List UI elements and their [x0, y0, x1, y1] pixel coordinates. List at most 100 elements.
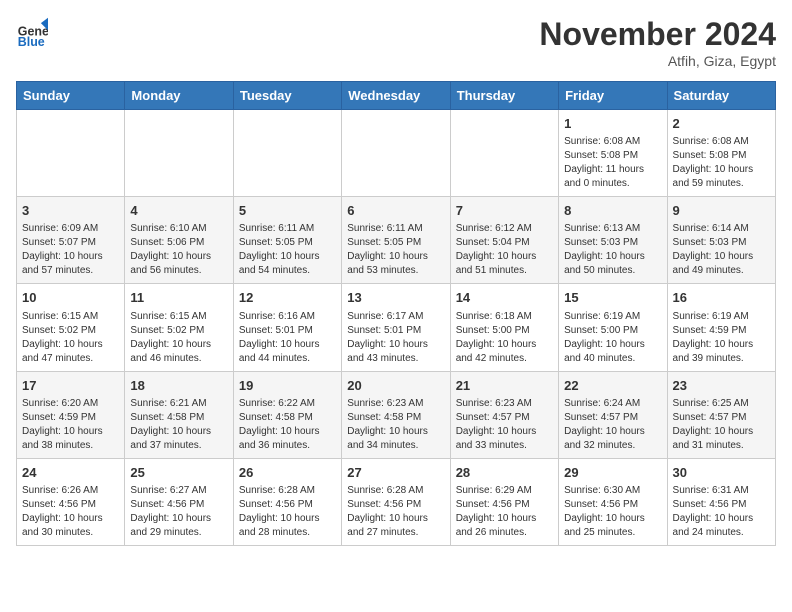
day-info: Sunrise: 6:28 AM Sunset: 4:56 PM Dayligh…	[239, 484, 336, 540]
day-number: 21	[456, 377, 553, 395]
day-number: 23	[673, 377, 770, 395]
calendar-cell: 21 Sunrise: 6:23 AM Sunset: 4:57 PM Dayli…	[450, 371, 558, 458]
calendar-cell: 17 Sunrise: 6:20 AM Sunset: 4:59 PM Dayli…	[17, 371, 125, 458]
day-number: 2	[673, 115, 770, 133]
day-info: Sunrise: 6:08 AM Sunset: 5:08 PM Dayligh…	[564, 135, 661, 191]
day-number: 25	[130, 464, 227, 482]
day-info: Sunrise: 6:19 AM Sunset: 4:59 PM Dayligh…	[673, 310, 770, 366]
calendar-cell: 22 Sunrise: 6:24 AM Sunset: 4:57 PM Dayli…	[559, 371, 667, 458]
day-info: Sunrise: 6:20 AM Sunset: 4:59 PM Dayligh…	[22, 397, 119, 453]
calendar-cell: 15Sunrise: 6:19 AM Sunset: 5:00 PM Dayli…	[559, 284, 667, 371]
day-number: 13	[347, 289, 444, 307]
logo-icon: General Blue	[16, 16, 48, 48]
month-title: November 2024	[539, 16, 776, 53]
calendar-week-row: 17 Sunrise: 6:20 AM Sunset: 4:59 PM Dayli…	[17, 371, 776, 458]
day-number: 10	[22, 289, 119, 307]
day-number: 3	[22, 202, 119, 220]
day-info: Sunrise: 6:22 AM Sunset: 4:58 PM Dayligh…	[239, 397, 336, 453]
logo: General Blue	[16, 16, 48, 48]
day-info: Sunrise: 6:19 AM Sunset: 5:00 PM Dayligh…	[564, 310, 661, 366]
day-number: 22	[564, 377, 661, 395]
calendar-week-row: 24 Sunrise: 6:26 AM Sunset: 4:56 PM Dayli…	[17, 458, 776, 545]
calendar-cell	[233, 110, 341, 197]
calendar-cell: 11 Sunrise: 6:15 AM Sunset: 5:02 PM Dayli…	[125, 284, 233, 371]
calendar-cell	[125, 110, 233, 197]
day-info: Sunrise: 6:25 AM Sunset: 4:57 PM Dayligh…	[673, 397, 770, 453]
calendar-cell: 23 Sunrise: 6:25 AM Sunset: 4:57 PM Dayli…	[667, 371, 775, 458]
weekday-header: Saturday	[667, 82, 775, 110]
day-number: 9	[673, 202, 770, 220]
day-number: 28	[456, 464, 553, 482]
day-number: 4	[130, 202, 227, 220]
calendar-cell: 9 Sunrise: 6:14 AM Sunset: 5:03 PM Daylig…	[667, 197, 775, 284]
calendar-cell: 10 Sunrise: 6:15 AM Sunset: 5:02 PM Dayli…	[17, 284, 125, 371]
calendar-cell: 4Sunrise: 6:10 AM Sunset: 5:06 PM Daylig…	[125, 197, 233, 284]
day-info: Sunrise: 6:29 AM Sunset: 4:56 PM Dayligh…	[456, 484, 553, 540]
calendar-cell: 28 Sunrise: 6:29 AM Sunset: 4:56 PM Dayli…	[450, 458, 558, 545]
day-info: Sunrise: 6:14 AM Sunset: 5:03 PM Dayligh…	[673, 222, 770, 278]
day-number: 8	[564, 202, 661, 220]
calendar-cell: 30Sunrise: 6:31 AM Sunset: 4:56 PM Dayli…	[667, 458, 775, 545]
day-info: Sunrise: 6:15 AM Sunset: 5:02 PM Dayligh…	[22, 310, 119, 366]
day-info: Sunrise: 6:24 AM Sunset: 4:57 PM Dayligh…	[564, 397, 661, 453]
calendar-cell: 19Sunrise: 6:22 AM Sunset: 4:58 PM Dayli…	[233, 371, 341, 458]
calendar-cell: 2 Sunrise: 6:08 AM Sunset: 5:08 PM Daylig…	[667, 110, 775, 197]
weekday-header: Tuesday	[233, 82, 341, 110]
calendar-body: 1 Sunrise: 6:08 AM Sunset: 5:08 PM Daylig…	[17, 110, 776, 546]
calendar-cell: 3 Sunrise: 6:09 AM Sunset: 5:07 PM Daylig…	[17, 197, 125, 284]
day-number: 11	[130, 289, 227, 307]
calendar-cell: 8Sunrise: 6:13 AM Sunset: 5:03 PM Daylig…	[559, 197, 667, 284]
day-info: Sunrise: 6:26 AM Sunset: 4:56 PM Dayligh…	[22, 484, 119, 540]
calendar-cell: 6Sunrise: 6:11 AM Sunset: 5:05 PM Daylig…	[342, 197, 450, 284]
title-block: November 2024 Atfih, Giza, Egypt	[539, 16, 776, 69]
day-info: Sunrise: 6:09 AM Sunset: 5:07 PM Dayligh…	[22, 222, 119, 278]
calendar-cell: 25 Sunrise: 6:27 AM Sunset: 4:56 PM Dayli…	[125, 458, 233, 545]
day-number: 20	[347, 377, 444, 395]
day-info: Sunrise: 6:12 AM Sunset: 5:04 PM Dayligh…	[456, 222, 553, 278]
calendar-week-row: 1 Sunrise: 6:08 AM Sunset: 5:08 PM Daylig…	[17, 110, 776, 197]
day-info: Sunrise: 6:21 AM Sunset: 4:58 PM Dayligh…	[130, 397, 227, 453]
day-info: Sunrise: 6:16 AM Sunset: 5:01 PM Dayligh…	[239, 310, 336, 366]
day-info: Sunrise: 6:08 AM Sunset: 5:08 PM Dayligh…	[673, 135, 770, 191]
day-number: 17	[22, 377, 119, 395]
calendar-cell: 24 Sunrise: 6:26 AM Sunset: 4:56 PM Dayli…	[17, 458, 125, 545]
weekday-header: Sunday	[17, 82, 125, 110]
day-number: 30	[673, 464, 770, 482]
day-info: Sunrise: 6:23 AM Sunset: 4:57 PM Dayligh…	[456, 397, 553, 453]
weekday-header-row: SundayMondayTuesdayWednesdayThursdayFrid…	[17, 82, 776, 110]
page-header: General Blue November 2024 Atfih, Giza, …	[16, 16, 776, 69]
day-info: Sunrise: 6:11 AM Sunset: 5:05 PM Dayligh…	[239, 222, 336, 278]
calendar-cell: 14 Sunrise: 6:18 AM Sunset: 5:00 PM Dayli…	[450, 284, 558, 371]
day-number: 26	[239, 464, 336, 482]
day-number: 18	[130, 377, 227, 395]
day-number: 6	[347, 202, 444, 220]
calendar-cell: 12Sunrise: 6:16 AM Sunset: 5:01 PM Dayli…	[233, 284, 341, 371]
calendar-cell: 5 Sunrise: 6:11 AM Sunset: 5:05 PM Daylig…	[233, 197, 341, 284]
calendar-table: SundayMondayTuesdayWednesdayThursdayFrid…	[16, 81, 776, 546]
day-number: 7	[456, 202, 553, 220]
calendar-cell: 29Sunrise: 6:30 AM Sunset: 4:56 PM Dayli…	[559, 458, 667, 545]
calendar-cell: 16 Sunrise: 6:19 AM Sunset: 4:59 PM Dayli…	[667, 284, 775, 371]
calendar-cell	[17, 110, 125, 197]
calendar-cell: 7 Sunrise: 6:12 AM Sunset: 5:04 PM Daylig…	[450, 197, 558, 284]
day-info: Sunrise: 6:27 AM Sunset: 4:56 PM Dayligh…	[130, 484, 227, 540]
calendar-week-row: 10 Sunrise: 6:15 AM Sunset: 5:02 PM Dayli…	[17, 284, 776, 371]
calendar-week-row: 3 Sunrise: 6:09 AM Sunset: 5:07 PM Daylig…	[17, 197, 776, 284]
day-number: 16	[673, 289, 770, 307]
weekday-header: Wednesday	[342, 82, 450, 110]
calendar-cell: 1 Sunrise: 6:08 AM Sunset: 5:08 PM Daylig…	[559, 110, 667, 197]
calendar-cell: 13 Sunrise: 6:17 AM Sunset: 5:01 PM Dayli…	[342, 284, 450, 371]
calendar-cell: 18 Sunrise: 6:21 AM Sunset: 4:58 PM Dayli…	[125, 371, 233, 458]
weekday-header: Monday	[125, 82, 233, 110]
weekday-header: Thursday	[450, 82, 558, 110]
day-info: Sunrise: 6:17 AM Sunset: 5:01 PM Dayligh…	[347, 310, 444, 366]
day-info: Sunrise: 6:15 AM Sunset: 5:02 PM Dayligh…	[130, 310, 227, 366]
day-number: 1	[564, 115, 661, 133]
day-number: 24	[22, 464, 119, 482]
weekday-header: Friday	[559, 82, 667, 110]
day-number: 14	[456, 289, 553, 307]
day-number: 5	[239, 202, 336, 220]
day-info: Sunrise: 6:18 AM Sunset: 5:00 PM Dayligh…	[456, 310, 553, 366]
calendar-cell: 26 Sunrise: 6:28 AM Sunset: 4:56 PM Dayli…	[233, 458, 341, 545]
calendar-cell	[450, 110, 558, 197]
